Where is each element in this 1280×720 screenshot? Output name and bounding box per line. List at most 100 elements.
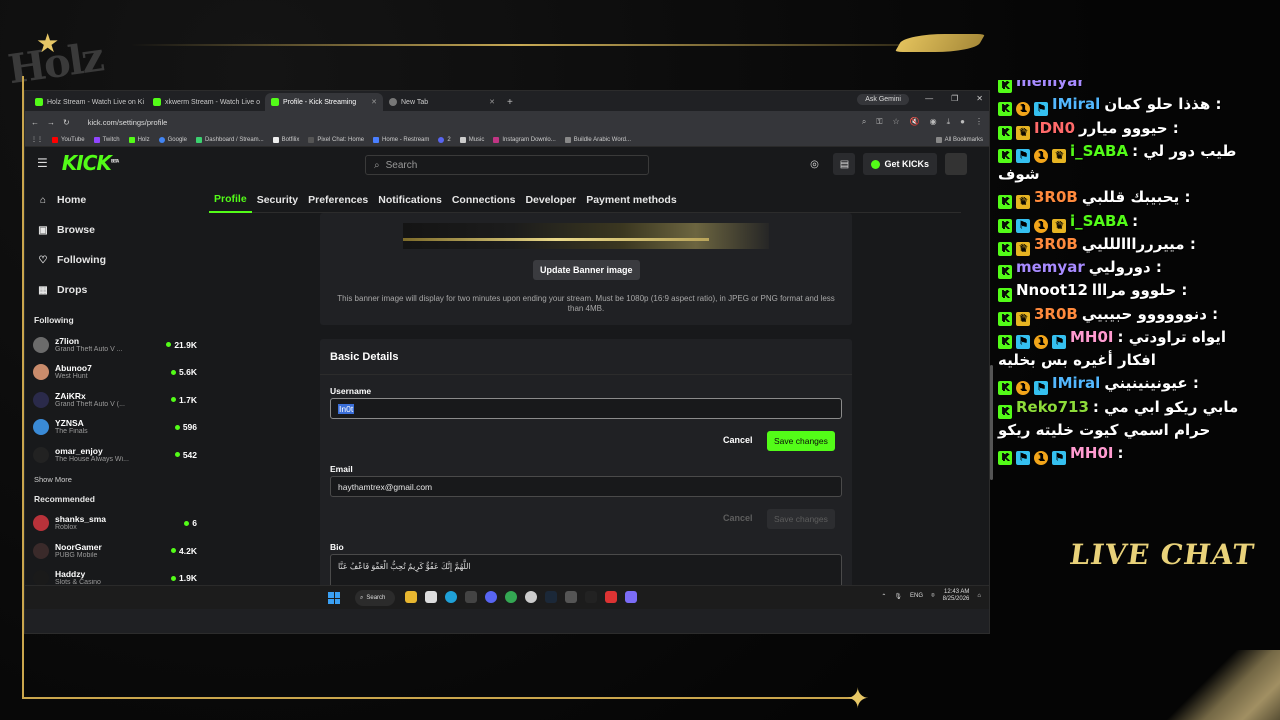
bookmark-item[interactable]: Dashboard / Stream...	[195, 136, 264, 143]
channel-item[interactable]: ZAiKRx Grand Theft Auto V (... 1.7K	[33, 386, 197, 414]
one-badge-icon: 1	[1016, 381, 1030, 396]
channel-item[interactable]: YZNSA The Finals 596	[33, 414, 197, 442]
kick-icon	[128, 136, 135, 143]
bookmark-item[interactable]: Botfilix	[272, 136, 299, 143]
library-icon[interactable]: ▤	[833, 153, 856, 175]
hamburger-menu-icon[interactable]: ☰	[37, 156, 48, 170]
kb-badge-icon: K	[998, 195, 1012, 210]
get-kicks-button[interactable]: Get KICKs	[863, 153, 937, 175]
sidebar-item-browse[interactable]: ▣ Browse	[33, 215, 197, 245]
app-icon[interactable]	[585, 591, 597, 603]
channel-item[interactable]: NoorGamer PUBG Mobile 4.2K	[33, 537, 197, 565]
bookmark-item[interactable]: Holz	[128, 136, 150, 143]
email-cancel-button[interactable]: Cancel	[723, 513, 753, 523]
search-input[interactable]: ⌕ Search	[365, 155, 649, 175]
bookmark-item[interactable]: Twitch	[93, 136, 120, 143]
mute-icon[interactable]: 🔇	[910, 117, 920, 127]
ask-gemini-button[interactable]: Ask Gemini	[857, 94, 909, 105]
tab-preferences[interactable]: Preferences	[303, 187, 373, 213]
extension-icon[interactable]: ◉	[930, 117, 937, 127]
show-more-button[interactable]: Show More	[34, 475, 197, 484]
window-controls: — ❐ ✕	[925, 94, 983, 103]
email-save-button[interactable]: Save changes	[767, 509, 835, 529]
username-input[interactable]: In0t	[330, 398, 842, 419]
channel-item[interactable]: z7lion Grand Theft Auto V ... 21.9K	[33, 331, 197, 359]
user-avatar[interactable]	[945, 153, 967, 175]
bookmark-item[interactable]: Buildle Arabic Word...	[564, 136, 631, 143]
bookmark-item[interactable]: Pixel Chat: Home	[308, 136, 364, 143]
edge-icon[interactable]	[445, 591, 457, 603]
chat-message: K 1 ⚑ IMiral هذذا حلو كمان :	[994, 93, 1280, 117]
menu-icon[interactable]: ⋮	[975, 117, 983, 127]
bookmark-item[interactable]: Instagram Downlo...	[493, 136, 556, 143]
bookmark-item[interactable]: 2	[438, 136, 451, 143]
notification-bell-icon[interactable]: ⌂	[977, 593, 981, 599]
close-icon[interactable]: ✕	[371, 98, 377, 106]
chrome-icon[interactable]	[505, 591, 517, 603]
tab-holz[interactable]: Holz Stream - Watch Live on Ki✕	[29, 93, 147, 111]
all-bookmarks[interactable]: All Bookmarks	[935, 136, 983, 143]
recommended-heading: Recommended	[34, 493, 95, 504]
app-icon[interactable]	[605, 591, 617, 603]
close-window-icon[interactable]: ✕	[976, 94, 983, 103]
chat-scrollbar[interactable]	[990, 365, 993, 480]
channel-item[interactable]: Abunoo7 West Hunt 5.6K	[33, 359, 197, 387]
bookmark-item[interactable]: Home - Restream	[373, 136, 429, 143]
url-field[interactable]: kick.com/settings/profile	[88, 118, 168, 127]
tab-new[interactable]: New Tab ✕	[383, 93, 501, 111]
username-cancel-button[interactable]: Cancel	[723, 435, 753, 445]
tab-security[interactable]: Security	[252, 187, 303, 213]
tab-profile[interactable]: Profile - Kick Streaming ✕	[265, 93, 383, 111]
tab-developer[interactable]: Developer	[520, 187, 581, 213]
download-icon[interactable]: ⤓	[947, 117, 951, 127]
epic-icon[interactable]	[465, 591, 477, 603]
sidebar-item-drops[interactable]: ▦ Drops	[33, 275, 197, 305]
close-icon[interactable]: ✕	[489, 98, 495, 106]
maximize-icon[interactable]: ❐	[951, 94, 958, 103]
tab-connections[interactable]: Connections	[447, 187, 521, 213]
store-icon[interactable]	[425, 591, 437, 603]
new-tab-button[interactable]: +	[507, 97, 513, 111]
bookmark-item[interactable]: Music	[459, 136, 484, 143]
forward-icon[interactable]: →	[47, 118, 55, 127]
zoom-icon[interactable]: ⌕	[862, 117, 866, 127]
tab-profile-settings[interactable]: Profile	[209, 187, 252, 213]
steam-icon[interactable]	[545, 591, 557, 603]
profile-avatar-icon[interactable]: ●	[960, 117, 965, 127]
sidebar-item-home[interactable]: ⌂ Home	[33, 185, 197, 215]
discord-icon[interactable]	[485, 591, 497, 603]
app-icon[interactable]	[565, 591, 577, 603]
username-save-button[interactable]: Save changes	[767, 431, 835, 451]
windows-start-icon[interactable]	[328, 592, 340, 604]
kick-logo[interactable]: KICKBETA	[62, 151, 119, 175]
tab-payment-methods[interactable]: Payment methods	[581, 187, 681, 213]
clock[interactable]: 12:43 AM 8/25/2026	[943, 589, 970, 603]
settings-gear-icon[interactable]	[525, 591, 537, 603]
sidebar-item-following[interactable]: ♡ Following	[33, 245, 197, 275]
crown-badge-icon: ♛	[1016, 125, 1030, 140]
app-icon[interactable]	[625, 591, 637, 603]
taskbar-search[interactable]: ⌕ Search	[355, 590, 395, 606]
mic-icon[interactable]: 🎙	[894, 593, 902, 600]
network-icon[interactable]: ⌾	[931, 593, 935, 600]
reload-icon[interactable]: ↻	[63, 118, 70, 127]
notifications-icon[interactable]: ◎	[803, 153, 825, 175]
update-banner-button[interactable]: Update Banner image	[533, 260, 640, 280]
tab-xkwerm[interactable]: xkwerm Stream - Watch Live o✕	[147, 93, 265, 111]
back-icon[interactable]: ←	[31, 118, 39, 127]
channel-item[interactable]: shanks_sma Roblox 6	[33, 510, 197, 538]
chat-message: K ♛ IDN0 حيووو ميارر :	[994, 117, 1280, 140]
file-explorer-icon[interactable]	[405, 591, 417, 603]
bookmark-item[interactable]: YouTube	[52, 136, 85, 143]
chat-message: K ♛ 3R0B يحبيبك قللبي :	[994, 186, 1280, 210]
chevron-up-icon[interactable]: ⌃	[881, 593, 886, 600]
channel-item[interactable]: omar_enjoy The House Always Wi... 542	[33, 441, 197, 469]
minimize-icon[interactable]: —	[925, 94, 933, 103]
language-indicator[interactable]: ENG	[910, 593, 923, 599]
password-icon[interactable]: ⚿	[876, 117, 882, 127]
apps-icon[interactable]: ⋮⋮	[31, 136, 43, 143]
bookmark-star-icon[interactable]: ☆	[892, 117, 899, 127]
bookmark-item[interactable]: Google	[158, 136, 187, 143]
tab-notifications[interactable]: Notifications	[373, 187, 447, 213]
email-input[interactable]: haythamtrex@gmail.com	[330, 476, 842, 497]
